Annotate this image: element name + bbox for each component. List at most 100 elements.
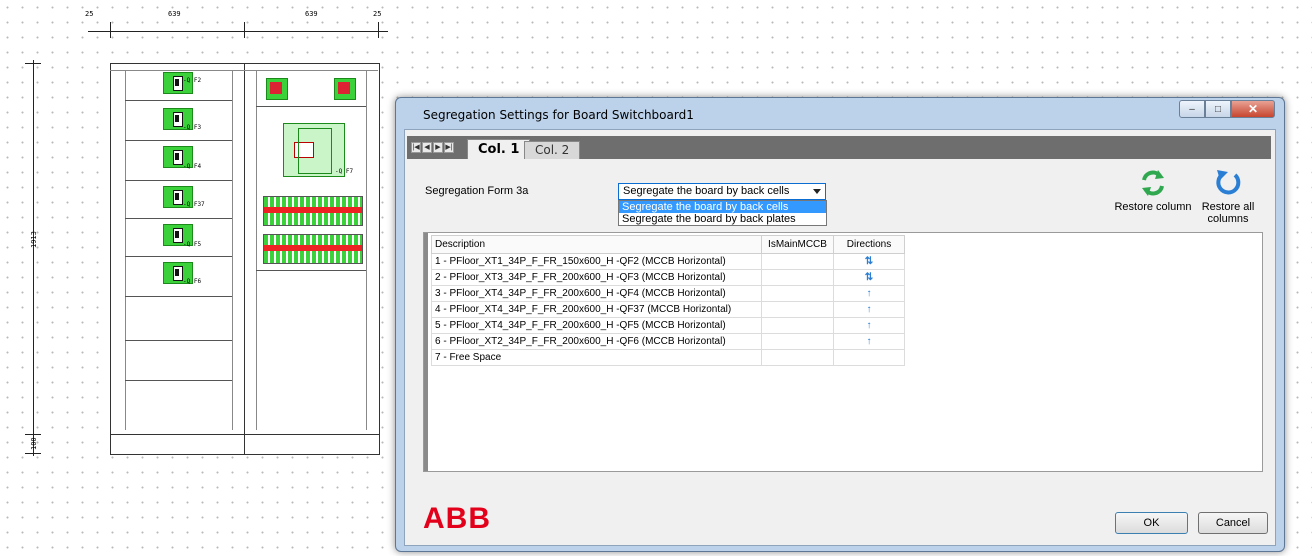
- breaker-label: -Q F4: [183, 163, 202, 170]
- abb-logo: ABB: [423, 502, 491, 535]
- close-button[interactable]: ✕: [1231, 100, 1275, 118]
- first-tab-button[interactable]: |◀: [411, 142, 421, 153]
- last-tab-button[interactable]: ▶|: [444, 142, 454, 153]
- option-back-cells[interactable]: Segregate the board by back cells: [619, 201, 826, 213]
- cabinet-line: [125, 340, 232, 341]
- tab-strip: |◀ ◀ ▶ ▶| Col. 1 Col. 2: [407, 136, 1271, 159]
- row-directions[interactable]: ⇅: [833, 253, 905, 270]
- next-tab-button[interactable]: ▶: [433, 142, 443, 153]
- row-description[interactable]: 5 - PFloor_XT4_34P_F_FR_200x600_H -QF5 (…: [431, 317, 762, 334]
- cabinet-rail: [232, 70, 233, 430]
- segregation-dialog: Segregation Settings for Board Switchboa…: [395, 97, 1285, 552]
- row-ismainmccb[interactable]: [761, 301, 834, 318]
- row-ismainmccb[interactable]: [761, 317, 834, 334]
- dim-line-top: [88, 31, 388, 32]
- dialog-title: Segregation Settings for Board Switchboa…: [423, 108, 694, 122]
- table-row[interactable]: 6 - PFloor_XT2_34P_F_FR_200x600_H -QF6 (…: [431, 333, 905, 350]
- row-directions[interactable]: ↑: [833, 317, 905, 334]
- arrow-up-icon: ↑: [866, 320, 872, 331]
- row-directions[interactable]: ↑: [833, 333, 905, 350]
- dim-tick: [25, 63, 41, 64]
- restore-column-button[interactable]: Restore column: [1113, 168, 1193, 213]
- row-description[interactable]: 3 - PFloor_XT4_34P_F_FR_200x600_H -QF4 (…: [431, 285, 762, 302]
- segregation-dropdown-list: Segregate the board by back cells Segreg…: [618, 200, 827, 226]
- tab-col-1[interactable]: Col. 1: [467, 139, 531, 159]
- cabinet-rail: [125, 70, 126, 430]
- dim-top-1: 25: [85, 10, 94, 18]
- cabinet-rail: [256, 70, 257, 430]
- cabinet-line: [125, 140, 232, 141]
- breaker-label: -Q F2: [183, 77, 202, 84]
- row-ismainmccb[interactable]: [761, 349, 834, 366]
- segregation-dropdown-value: Segregate the board by back cells: [623, 185, 790, 197]
- table-row[interactable]: 5 - PFloor_XT4_34P_F_FR_200x600_H -QF5 (…: [431, 317, 905, 334]
- dim-tick: [244, 22, 245, 38]
- restore-all-label: Restore all columns: [1201, 201, 1255, 225]
- cabinet-line: [125, 296, 232, 297]
- small-breaker-right: [334, 78, 356, 100]
- row-description[interactable]: 7 - Free Space: [431, 349, 762, 366]
- minimize-button[interactable]: –: [1179, 100, 1205, 118]
- cabinet-line: [110, 70, 244, 71]
- arrow-up-down-icon: ⇅: [864, 272, 874, 283]
- row-directions[interactable]: [833, 349, 905, 366]
- segregation-dropdown[interactable]: Segregate the board by back cells: [618, 183, 826, 200]
- row-directions[interactable]: ⇅: [833, 269, 905, 286]
- maximize-button[interactable]: □: [1205, 100, 1231, 118]
- row-description[interactable]: 6 - PFloor_XT2_34P_F_FR_200x600_H -QF6 (…: [431, 333, 762, 350]
- terminal-block-lower: [263, 234, 363, 264]
- cabinet-base-left: [110, 434, 246, 455]
- dialog-titlebar[interactable]: Segregation Settings for Board Switchboa…: [396, 98, 1284, 128]
- column-ismainmccb[interactable]: IsMainMCCB: [761, 235, 834, 254]
- breaker-label: -Q F37: [183, 201, 205, 208]
- cabinet-line: [125, 380, 232, 381]
- ok-button[interactable]: OK: [1115, 512, 1188, 534]
- cabinet-line: [125, 218, 232, 219]
- restore-all-columns-button[interactable]: Restore all columns: [1198, 168, 1258, 225]
- row-directions[interactable]: ↑: [833, 301, 905, 318]
- column-description[interactable]: Description: [431, 235, 762, 254]
- row-ismainmccb[interactable]: [761, 333, 834, 350]
- row-description[interactable]: 2 - PFloor_XT3_34P_F_FR_200x600_H -QF3 (…: [431, 269, 762, 286]
- dim-tick: [25, 434, 41, 435]
- terminal-block-upper: [263, 196, 363, 226]
- column-directions[interactable]: Directions: [833, 235, 905, 254]
- breaker-label: -Q F7: [335, 168, 354, 175]
- breaker-label: -Q F5: [183, 241, 202, 248]
- table-row[interactable]: 4 - PFloor_XT4_34P_F_FR_200x600_H -QF37 …: [431, 301, 905, 318]
- cabinet-line: [256, 270, 366, 271]
- dim-top-3: 639: [305, 10, 318, 18]
- prev-tab-button[interactable]: ◀: [422, 142, 432, 153]
- dim-left-base: 100: [30, 437, 38, 450]
- breaker-label: -Q F3: [183, 124, 202, 131]
- breaker-label: -Q F6: [183, 278, 202, 285]
- dim-line-left: [33, 60, 34, 456]
- window-controls: – □ ✕: [1179, 100, 1275, 118]
- row-ismainmccb[interactable]: [761, 285, 834, 302]
- arrow-up-icon: ↑: [866, 336, 872, 347]
- cabinet-base-right: [244, 434, 380, 455]
- table-row[interactable]: 7 - Free Space: [431, 349, 905, 366]
- dim-tick: [378, 22, 379, 38]
- row-ismainmccb[interactable]: [761, 253, 834, 270]
- row-ismainmccb[interactable]: [761, 269, 834, 286]
- row-directions[interactable]: ↑: [833, 285, 905, 302]
- table-row[interactable]: 3 - PFloor_XT4_34P_F_FR_200x600_H -QF4 (…: [431, 285, 905, 302]
- arrow-up-icon: ↑: [866, 288, 872, 299]
- segregation-form-label: Segregation Form 3a: [425, 185, 529, 197]
- cabinet-line: [125, 256, 232, 257]
- option-back-plates[interactable]: Segregate the board by back plates: [619, 213, 826, 225]
- tab-navigation: |◀ ◀ ▶ ▶|: [411, 142, 454, 153]
- dialog-client: |◀ ◀ ▶ ▶| Col. 1 Col. 2 Segregation Form…: [404, 129, 1276, 546]
- row-description[interactable]: 1 - PFloor_XT1_34P_F_FR_150x600_H -QF2 (…: [431, 253, 762, 270]
- row-description[interactable]: 4 - PFloor_XT4_34P_F_FR_200x600_H -QF37 …: [431, 301, 762, 318]
- table-row[interactable]: 1 - PFloor_XT1_34P_F_FR_150x600_H -QF2 (…: [431, 253, 905, 270]
- chevron-down-icon[interactable]: [813, 189, 821, 194]
- cabinet-line: [125, 100, 232, 101]
- arrow-up-down-icon: ⇅: [864, 256, 874, 267]
- table-row[interactable]: 2 - PFloor_XT3_34P_F_FR_200x600_H -QF3 (…: [431, 269, 905, 286]
- tab-col-2[interactable]: Col. 2: [524, 141, 581, 159]
- cabinet-line: [256, 106, 366, 107]
- table-header-row: Description IsMainMCCB Directions: [431, 235, 905, 254]
- cancel-button[interactable]: Cancel: [1198, 512, 1268, 534]
